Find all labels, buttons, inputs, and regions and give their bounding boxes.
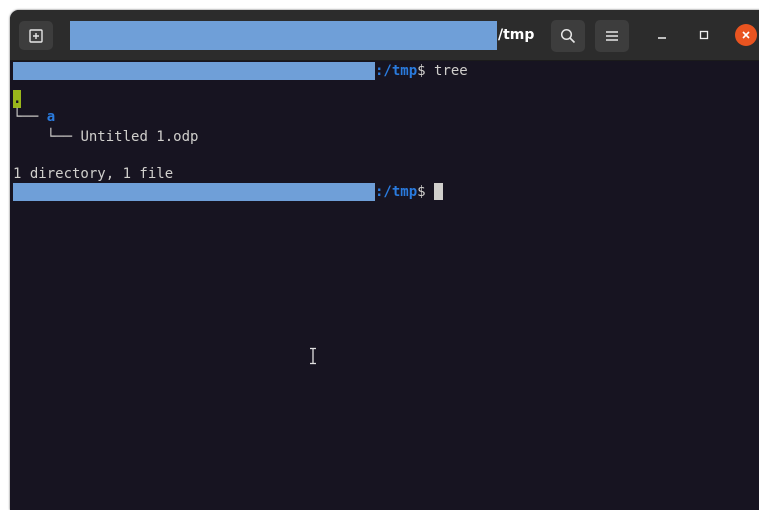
redacted-username [13,183,375,201]
tree-branch-nested: └── [13,129,81,145]
prompt-symbol: $ [417,63,435,79]
tree-branch: └── [13,109,47,125]
search-icon [560,28,576,44]
command-text: tree [434,63,468,79]
search-button[interactable] [551,20,585,52]
window-title: /tmp [498,27,535,43]
terminal-area[interactable]: :/tmp$ tree . └── a └── Untitled 1.odp 1… [10,61,759,510]
new-tab-button[interactable] [19,21,53,50]
tree-dir: a [46,109,56,125]
title-bar: /tmp [10,10,759,61]
prompt-line-2: :/tmp$ [13,183,444,201]
prompt-symbol: $ [417,184,435,200]
hamburger-menu-icon [606,31,618,41]
tree-root-line: . [13,90,21,108]
redacted-username [13,62,375,80]
tree-dir-line: └── a [13,108,55,126]
text-cursor [434,183,444,200]
prompt-line-1: :/tmp$ tree [13,62,468,80]
tree-file-line: └── Untitled 1.odp [13,128,199,146]
maximize-button[interactable] [693,24,715,46]
ibeam-cursor-icon [310,347,316,365]
minimize-button[interactable] [651,24,673,46]
summary-line: 1 directory, 1 file [13,166,174,182]
maximize-icon [699,30,709,40]
new-tab-icon [29,28,43,43]
close-button[interactable] [735,24,757,46]
title-redacted-block [70,21,497,50]
terminal-window: /tmp:/tmp$ tree . └── a └── Untitled 1.… [10,10,759,510]
prompt-path: :/tmp [375,63,418,79]
tree-file: Untitled 1.odp [80,129,199,145]
prompt-path: :/tmp [375,184,418,200]
minimize-icon [658,37,666,39]
menu-button[interactable] [595,20,629,52]
tree-root: . [13,90,22,108]
close-icon [742,31,750,39]
